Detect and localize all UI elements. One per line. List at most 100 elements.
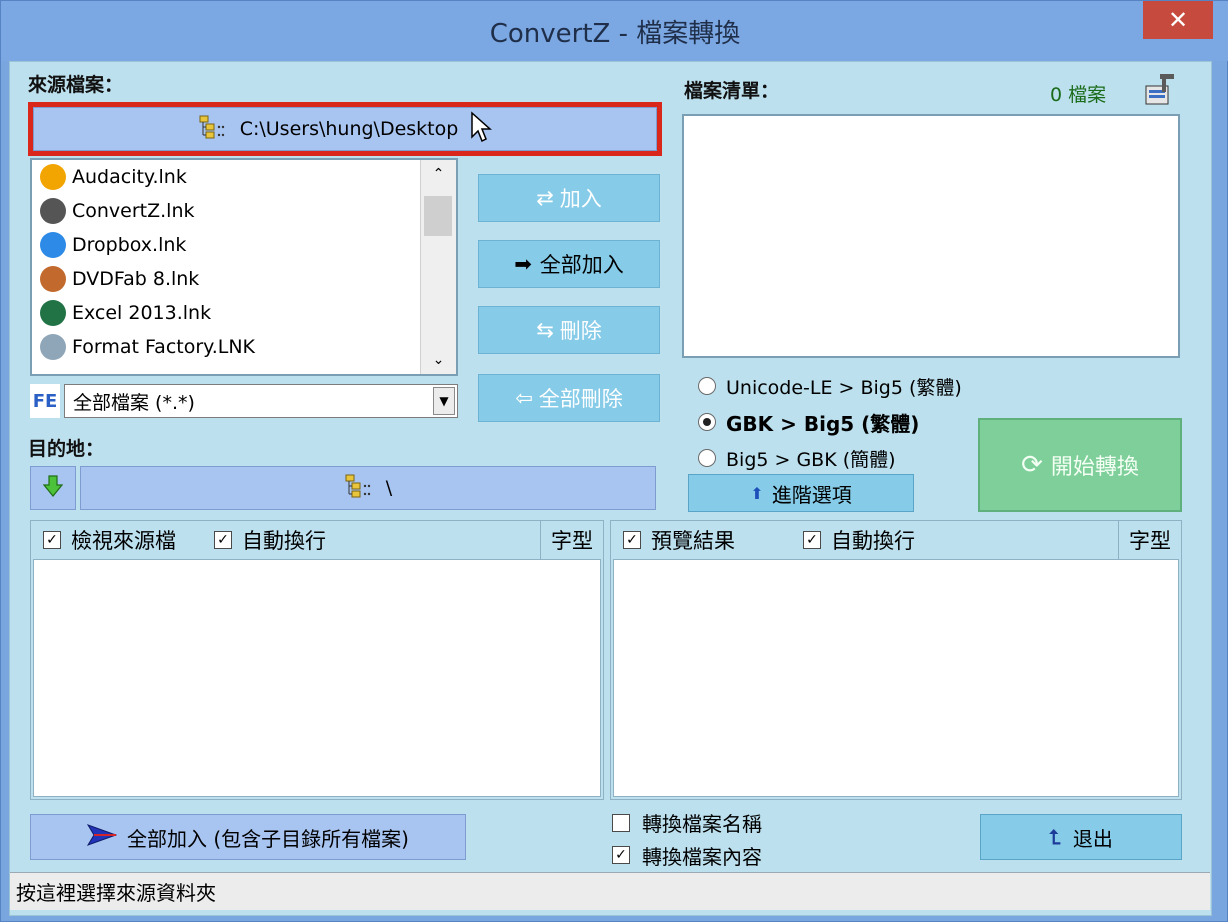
add-button[interactable]: ⇄ 加入	[478, 174, 660, 222]
filename-option[interactable]: 轉換檔案名稱	[612, 808, 762, 837]
file-filter-select[interactable]: 全部檔案 (*.*) ▼	[64, 384, 458, 418]
content-option[interactable]: ✓ 轉換檔案內容	[612, 840, 762, 870]
fe-badge[interactable]: FE	[30, 384, 60, 418]
mode-unicode-big5[interactable]: Unicode-LE > Big5 (繁體)	[698, 368, 962, 404]
convert-filename-label: 轉換檔案名稱	[642, 812, 762, 836]
mode-gbk-big5-label: GBK > Big5 (繁體)	[726, 411, 920, 436]
convert-content-label: 轉換檔案內容	[642, 844, 762, 869]
paper-plane-icon	[86, 823, 118, 852]
green-down-arrow-icon	[42, 474, 64, 502]
status-bar[interactable]: 按這裡選擇來源資料夾	[10, 872, 1210, 910]
tools-icon[interactable]	[1140, 72, 1176, 111]
destination-path: \	[385, 477, 393, 499]
source-file-list[interactable]: Audacity.lnk ConvertZ.lnk Dropbox.lnk DVDFa…	[30, 158, 458, 376]
destination-folder-button[interactable]: \	[80, 466, 656, 510]
source-path: C:\Users\hung\Desktop	[239, 118, 459, 140]
scroll-down-icon[interactable]: ⌄	[421, 352, 456, 368]
file-filter-value: 全部檔案 (*.*)	[73, 391, 195, 414]
preview-text-pane: ✓ 預覽結果 ✓ 自動換行 字型	[610, 520, 1182, 800]
file-list-item[interactable]: Audacity.lnk	[32, 160, 420, 194]
convert-content-checkbox[interactable]: ✓	[612, 846, 630, 864]
source-text-pane: ✓ 檢視來源檔 ✓ 自動換行 字型	[30, 520, 604, 800]
source-folder-button[interactable]: C:\Users\hung\Desktop	[33, 107, 657, 151]
file-list-item[interactable]: Format Factory.LNK	[32, 330, 420, 364]
source-pane-header: ✓ 檢視來源檔 ✓ 自動換行 字型	[31, 521, 603, 559]
app-window: ConvertZ - 檔案轉換 ✕ 來源檔案： C:\Users\hung\De…	[0, 0, 1228, 922]
source-text-area[interactable]	[33, 559, 601, 797]
dropbox-icon	[40, 232, 66, 258]
preview-wordwrap-label: 自動換行	[831, 529, 915, 553]
delete-button-label: 刪除	[559, 319, 602, 343]
file-list-scrollbar[interactable]: ⌃ ⌄	[420, 160, 456, 374]
preview-wordwrap-checkbox[interactable]: ✓	[803, 531, 821, 549]
window-title: ConvertZ - 檔案轉換	[489, 19, 741, 49]
add-all-recursive-button[interactable]: 全部加入 (包含子目錄所有檔案)	[30, 814, 466, 860]
file-list-item[interactable]: DVDFab 8.lnk	[32, 262, 420, 296]
dropdown-arrow-icon[interactable]: ▼	[433, 387, 455, 415]
client-area: 來源檔案： C:\Users\hung\Desktop Audacity.lnk…	[9, 61, 1212, 916]
preview-result-label: 預覽結果	[651, 529, 735, 553]
conversion-file-list[interactable]	[682, 114, 1180, 358]
up-arrow-icon: ⬆	[750, 483, 764, 503]
file-list-item-label: ConvertZ.lnk	[72, 200, 195, 222]
dvdfab-icon	[40, 266, 66, 292]
file-list-item[interactable]: Excel 2013.lnk	[32, 296, 420, 330]
delete-arrows-icon: ⇆	[536, 318, 554, 342]
source-label: 來源檔案：	[28, 74, 124, 96]
start-conversion-button[interactable]: ⟳ 開始轉換	[978, 418, 1182, 512]
source-font-button[interactable]: 字型	[540, 521, 603, 559]
add-button-label: 加入	[559, 187, 602, 211]
delete-all-button[interactable]: ⇦ 全部刪除	[478, 374, 660, 422]
convert-filename-checkbox[interactable]	[612, 813, 630, 832]
add-arrows-icon: ⇄	[536, 186, 554, 210]
file-list-item[interactable]: ConvertZ.lnk	[32, 194, 420, 228]
file-count: 0 檔案	[1050, 84, 1107, 106]
scroll-up-icon[interactable]: ⌃	[421, 166, 456, 182]
advanced-options-label: 進階選項	[771, 482, 852, 507]
exit-button[interactable]: ⮤ 退出	[980, 814, 1182, 860]
mode-big5-gbk[interactable]: Big5 > GBK (簡體)	[698, 440, 962, 476]
exit-label: 退出	[1072, 826, 1113, 851]
delete-all-button-label: 全部刪除	[538, 387, 623, 411]
status-text: 按這裡選擇來源資料夾	[16, 881, 216, 905]
excel-icon	[40, 300, 66, 326]
mode-gbk-big5[interactable]: GBK > Big5 (繁體)	[698, 404, 962, 440]
mode-unicode-big5-label: Unicode-LE > Big5 (繁體)	[726, 376, 962, 399]
audacity-icon	[40, 164, 66, 190]
file-list-item[interactable]: Dropbox.lnk	[32, 228, 420, 262]
radio-gbk-big5[interactable]	[698, 413, 716, 431]
file-list-item-label: Excel 2013.lnk	[72, 302, 212, 324]
gear-icon	[40, 198, 66, 224]
refresh-icon: ⟳	[1021, 450, 1043, 480]
close-button[interactable]: ✕	[1143, 1, 1213, 39]
preview-font-button[interactable]: 字型	[1118, 521, 1181, 559]
back-arrow-icon: ⮤	[1049, 825, 1061, 849]
preview-result-checkbox[interactable]: ✓	[623, 531, 641, 549]
destination-arrow-button[interactable]	[30, 466, 76, 510]
file-list-item-label: Audacity.lnk	[72, 166, 187, 188]
file-list-item-label: Format Factory.LNK	[72, 336, 255, 358]
add-all-button[interactable]: ➡ 全部加入	[478, 240, 660, 288]
scroll-thumb[interactable]	[424, 196, 452, 236]
advanced-options-button[interactable]: ⬆ 進階選項	[688, 474, 914, 512]
view-source-checkbox[interactable]: ✓	[43, 531, 61, 549]
mode-big5-gbk-label: Big5 > GBK (簡體)	[726, 448, 896, 471]
preview-pane-header: ✓ 預覽結果 ✓ 自動換行 字型	[611, 521, 1181, 559]
title-bar: ConvertZ - 檔案轉換 ✕	[1, 1, 1228, 61]
source-highlight-frame: C:\Users\hung\Desktop	[28, 102, 662, 156]
source-wordwrap-checkbox[interactable]: ✓	[214, 531, 232, 549]
preview-text-area[interactable]	[613, 559, 1179, 797]
left-arrow-icon: ⇦	[515, 386, 533, 410]
format-factory-icon	[40, 334, 66, 360]
file-list-item-label: DVDFab 8.lnk	[72, 268, 200, 290]
start-conversion-label: 開始轉換	[1050, 455, 1139, 480]
radio-unicode-big5[interactable]	[698, 377, 716, 395]
conversion-mode-group: Unicode-LE > Big5 (繁體) GBK > Big5 (繁體) B…	[698, 368, 962, 476]
right-arrow-icon: ➡	[514, 252, 532, 276]
folder-tree-icon	[198, 114, 232, 145]
file-list-item-label: Dropbox.lnk	[72, 234, 187, 256]
radio-big5-gbk[interactable]	[698, 449, 716, 467]
add-all-recursive-label: 全部加入 (包含子目錄所有檔案)	[127, 826, 409, 851]
view-source-label: 檢視來源檔	[71, 529, 176, 553]
delete-button[interactable]: ⇆ 刪除	[478, 306, 660, 354]
